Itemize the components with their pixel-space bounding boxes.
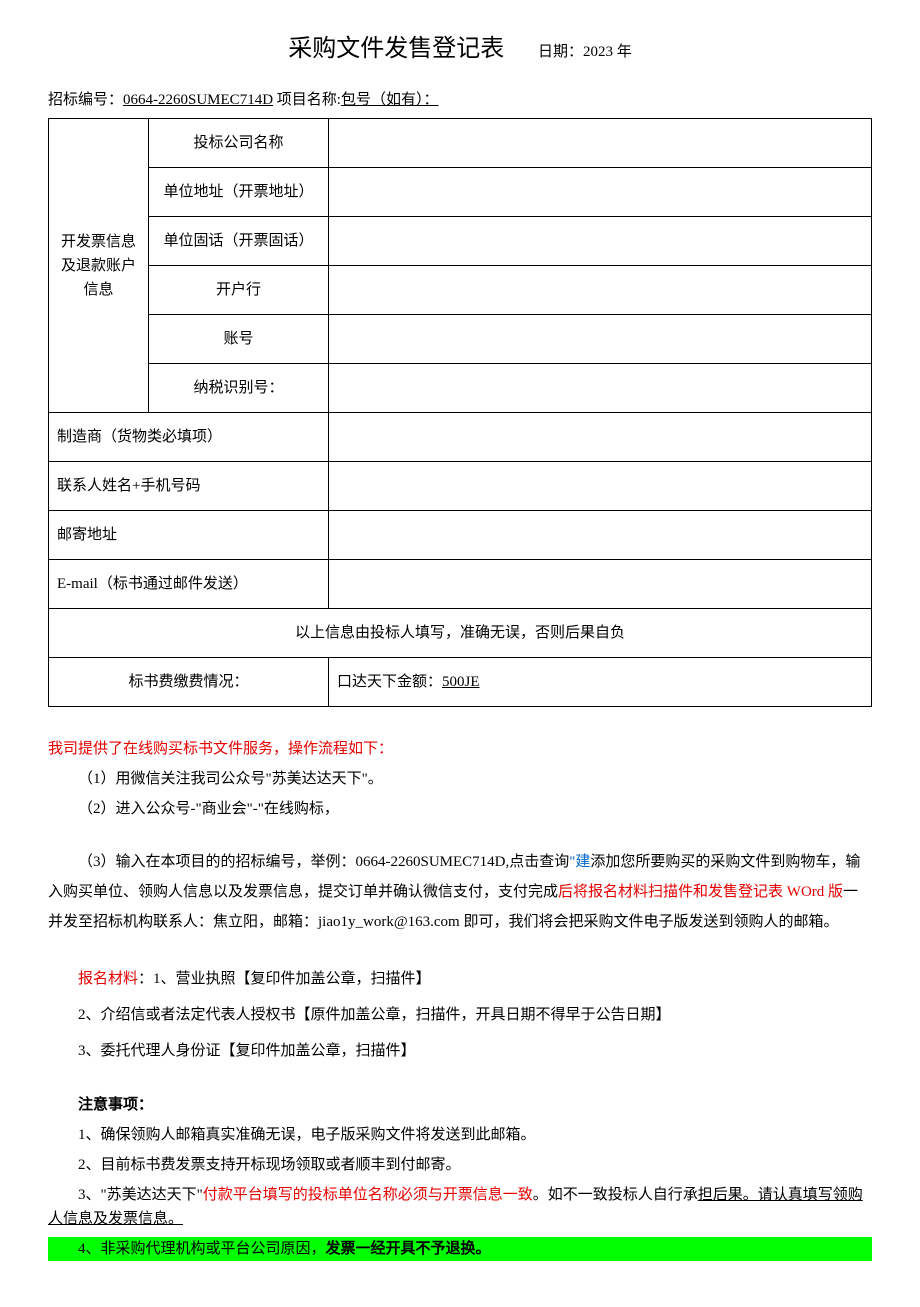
tax-id-value[interactable] (329, 364, 872, 413)
table-row: 制造商（货物类必填项） (49, 413, 872, 462)
materials-1: 报名材料：1、营业执照【复印件加盖公章，扫描件】 (48, 967, 872, 991)
notice-3b: 付款平台填写的投标单位名称必须与开票信息一致 (203, 1187, 533, 1203)
materials-label: 报名材料 (78, 971, 138, 987)
manufacturer-label: 制造商（货物类必填项） (49, 413, 329, 462)
table-row: 联系人姓名+手机号码 (49, 462, 872, 511)
table-row: 以上信息由投标人填写，准确无误，否则后果自负 (49, 609, 872, 658)
mail-addr-value[interactable] (329, 511, 872, 560)
materials-2: 2、介绍信或者法定代表人授权书【原件加盖公章，扫描件，开具日期不得早于公告日期】 (48, 1003, 872, 1027)
bank-value[interactable] (329, 266, 872, 315)
materials-section: 报名材料：1、营业执照【复印件加盖公章，扫描件】 2、介绍信或者法定代表人授权书… (48, 967, 872, 1063)
table-row: E-mail（标书通过邮件发送） (49, 560, 872, 609)
bid-no-label: 招标编号： (48, 92, 123, 108)
bank-label: 开户行 (149, 266, 329, 315)
table-row: 开发票信息及退款账户信息 投标公司名称 (49, 119, 872, 168)
materials-item1: ：1、营业执照【复印件加盖公章，扫描件】 (138, 971, 431, 987)
notice-4: 4、非采购代理机构或平台公司原因，发票一经开具不予退换。 (48, 1237, 872, 1261)
notice-1: 1、确保领购人邮箱真实准确无误，电子版采购文件将发送到此邮箱。 (48, 1123, 872, 1147)
fee-checkbox: 口达天下金额： (337, 674, 442, 690)
step3-a: （3）输入在本项目的的招标编号，举例：0664-2260SUMEC714D,点击… (78, 854, 569, 870)
project-label: 项目名称: (273, 92, 341, 108)
main-title: 采购文件发售登记表 (288, 30, 504, 68)
notice-2: 2、目前标书费发票支持开标现场领取或者顺丰到付邮寄。 (48, 1153, 872, 1177)
date-label: 日期：2023 年 (538, 40, 632, 64)
tax-id-label: 纳税识别号： (149, 364, 329, 413)
notice-3c: 。如不一致投标人自行承 (533, 1187, 698, 1203)
fee-cell: 口达天下金额：500JE (329, 658, 872, 707)
materials-3: 3、委托代理人身份证【复印件加盖公章，扫描件】 (48, 1039, 872, 1063)
notice-4a: 4、非采购代理机构或平台公司原因， (78, 1241, 326, 1257)
table-row: 单位固话（开票固话） (49, 217, 872, 266)
account-value[interactable] (329, 315, 872, 364)
confirm-note: 以上信息由投标人填写，准确无误，否则后果自负 (49, 609, 872, 658)
mail-addr-label: 邮寄地址 (49, 511, 329, 560)
step3: （3）输入在本项目的的招标编号，举例：0664-2260SUMEC714D,点击… (48, 847, 872, 937)
email-value[interactable] (329, 560, 872, 609)
account-label: 账号 (149, 315, 329, 364)
table-row: 账号 (49, 315, 872, 364)
instructions-intro: 我司提供了在线购买标书文件服务，操作流程如下： (48, 737, 872, 761)
header-line: 招标编号：0664-2260SUMEC714D 项目名称:包号（如有）： (48, 88, 872, 112)
manufacturer-value[interactable] (329, 413, 872, 462)
phone-value[interactable] (329, 217, 872, 266)
title-row: 采购文件发售登记表 日期：2023 年 (48, 30, 872, 68)
phone-label: 单位固话（开票固话） (149, 217, 329, 266)
address-label: 单位地址（开票地址） (149, 168, 329, 217)
table-row: 开户行 (49, 266, 872, 315)
notices-title: 注意事项： (48, 1093, 872, 1117)
package-label: 包号（如有）： (341, 92, 439, 108)
notice-4b: 发票一经开具不予退换。 (326, 1241, 491, 1257)
company-value[interactable] (329, 119, 872, 168)
table-row: 纳税识别号： (49, 364, 872, 413)
notice-3: 3、"苏美达达天下"付款平台填写的投标单位名称必须与开票信息一致。如不一致投标人… (48, 1183, 872, 1231)
table-row: 邮寄地址 (49, 511, 872, 560)
notice-3a: 3、"苏美达达天下" (78, 1187, 203, 1203)
step3-e: 名材料扫描件和发售登记表 WOrd 版 (603, 884, 843, 900)
step3-d: 后将报 (558, 884, 603, 900)
table-row: 单位地址（开票地址） (49, 168, 872, 217)
fee-amount: 500JE (442, 674, 480, 690)
step1: （1）用微信关注我司公众号"苏美达达天下"。 (48, 767, 872, 791)
step3-b: "建 (569, 854, 590, 870)
email-label: E-mail（标书通过邮件发送） (49, 560, 329, 609)
table-row: 标书费缴费情况： 口达天下金额：500JE (49, 658, 872, 707)
invoice-section-label: 开发票信息及退款账户信息 (49, 119, 149, 413)
step2: （2）进入公众号-"商业会"-"在线购标， (48, 797, 872, 821)
bid-no: 0664-2260SUMEC714D (123, 92, 273, 108)
instructions-section: 我司提供了在线购买标书文件服务，操作流程如下： （1）用微信关注我司公众号"苏美… (48, 737, 872, 937)
contact-label: 联系人姓名+手机号码 (49, 462, 329, 511)
company-label: 投标公司名称 (149, 119, 329, 168)
address-value[interactable] (329, 168, 872, 217)
notices-section: 注意事项： 1、确保领购人邮箱真实准确无误，电子版采购文件将发送到此邮箱。 2、… (48, 1093, 872, 1261)
registration-table: 开发票信息及退款账户信息 投标公司名称 单位地址（开票地址） 单位固话（开票固话… (48, 118, 872, 707)
fee-label: 标书费缴费情况： (49, 658, 329, 707)
contact-value[interactable] (329, 462, 872, 511)
